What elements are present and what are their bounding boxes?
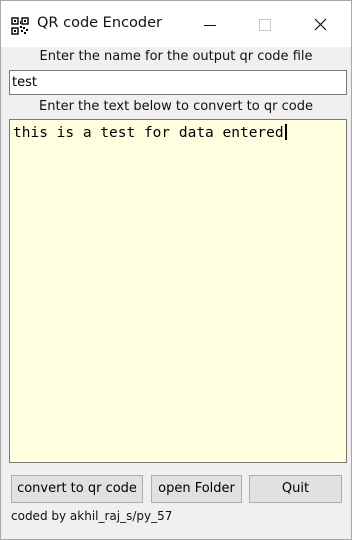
output-name-input[interactable] <box>9 70 347 95</box>
app-window: QR code Encoder Enter the name for the o… <box>0 0 352 540</box>
close-icon <box>314 18 327 31</box>
credits-label: coded by akhil_raj_s/py_57 <box>11 509 173 523</box>
close-button[interactable] <box>297 1 343 47</box>
text-area-content: this is a test for data entered <box>13 124 287 141</box>
text-value: this is a test for data entered <box>13 125 284 141</box>
maximize-button[interactable] <box>242 1 288 47</box>
window-title: QR code Encoder <box>37 15 162 31</box>
text-to-encode-area[interactable]: this is a test for data entered <box>9 119 347 463</box>
title-bar[interactable]: QR code Encoder <box>1 1 351 47</box>
text-field-label: Enter the text below to convert to qr co… <box>39 99 313 114</box>
convert-to-qr-button[interactable]: convert to qr code <box>11 475 143 503</box>
qr-icon <box>11 17 29 35</box>
text-caret <box>284 124 287 140</box>
maximize-icon <box>259 19 271 31</box>
name-field-label: Enter the name for the output qr code fi… <box>39 49 313 64</box>
quit-button[interactable]: Quit <box>249 475 342 503</box>
minimize-icon <box>204 25 216 26</box>
minimize-button[interactable] <box>187 1 233 47</box>
open-folder-button[interactable]: open Folder <box>151 475 242 503</box>
